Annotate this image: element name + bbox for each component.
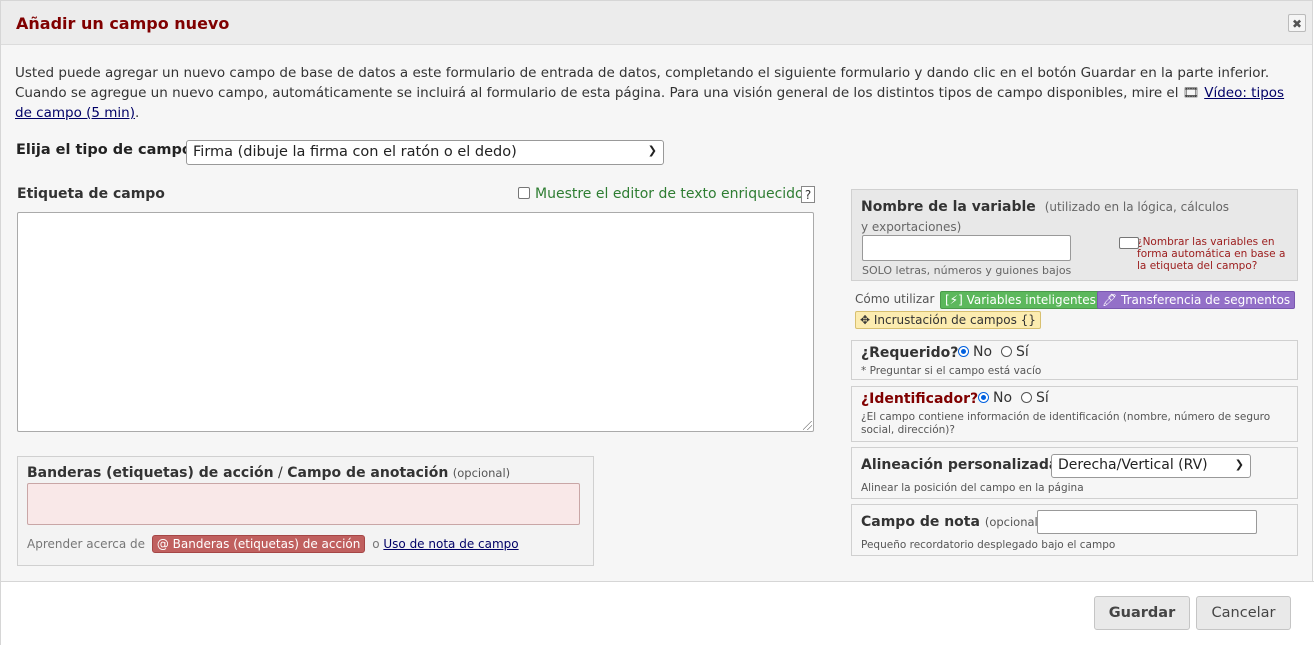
alignment-label: Alineación personalizada <box>861 457 1059 473</box>
or-label: o <box>372 537 380 551</box>
action-tags-learn: Aprender acerca de @ Banderas (etiquetas… <box>27 535 519 553</box>
save-button[interactable]: Guardar <box>1094 596 1190 630</box>
alignment-value: Derecha/Vertical (RV) <box>1058 457 1208 473</box>
add-field-dialog: Añadir un campo nuevo ✖ Usted puede agre… <box>0 0 1314 647</box>
dialog-titlebar: Añadir un campo nuevo ✖ <box>1 1 1312 45</box>
action-tags-optional: (opcional) <box>452 466 511 480</box>
field-label-heading: Etiqueta de campo <box>17 186 165 202</box>
variable-name-title: Nombre de la variable <box>861 199 1036 215</box>
action-tags-button[interactable]: @ Banderas (etiquetas) de acción <box>151 535 366 553</box>
field-type-select[interactable]: Firma (dibuje la firma con el ratón o el… <box>186 140 664 165</box>
auto-name-checkbox[interactable] <box>1119 237 1139 249</box>
intro-text: Usted puede agregar un nuevo campo de ba… <box>15 63 1285 123</box>
alignment-box: Alineación personalizada Derecha/Vertica… <box>851 447 1298 499</box>
variable-name-box: Nombre de la variable (utilizado en la l… <box>851 189 1298 281</box>
smart-variables-button[interactable]: [⚡] Variables inteligentes <box>940 291 1101 309</box>
action-tags-sep: / <box>273 465 288 481</box>
field-embedding-button[interactable]: ✥ Incrustación de campos {} <box>855 311 1041 329</box>
identifier-yes-label: Sí <box>1035 390 1049 406</box>
note-optional: (opcional) <box>984 515 1043 529</box>
close-icon[interactable]: ✖ <box>1288 14 1306 32</box>
field-label-textarea[interactable] <box>17 212 814 432</box>
action-tags-title-a: Banderas (etiquetas) de acción <box>27 465 274 481</box>
rich-text-toggle[interactable]: Muestre el editor de texto enriquecido <box>518 186 804 202</box>
howto-label: Cómo utilizar <box>855 292 935 306</box>
intro-end: . <box>135 105 140 121</box>
required-yes-radio[interactable] <box>1000 346 1012 357</box>
action-tags-title-b: Campo de anotación <box>287 465 449 481</box>
dialog-title: Añadir un campo nuevo <box>16 14 230 33</box>
identifier-box: ¿Identificador? No Sí ¿El campo contiene… <box>851 386 1298 442</box>
identifier-radios: No Sí <box>978 390 1049 406</box>
identifier-hint: ¿El campo contiene información de identi… <box>861 411 1271 436</box>
required-hint: * Preguntar si el campo está vacío <box>861 365 1042 377</box>
identifier-no-radio[interactable] <box>978 392 989 403</box>
note-title: Campo de nota <box>861 514 980 530</box>
required-label: ¿Requerido? <box>861 345 959 361</box>
alignment-select[interactable]: Derecha/Vertical (RV) ❯ <box>1051 454 1251 478</box>
note-label: Campo de nota (opcional) <box>861 514 1042 530</box>
help-icon[interactable]: ? <box>801 186 815 203</box>
action-tags-box: Banderas (etiquetas) de acción / Campo d… <box>17 456 594 566</box>
variable-name-input[interactable] <box>862 235 1071 261</box>
field-note-link[interactable]: Uso de nota de campo <box>383 537 518 551</box>
note-hint: Pequeño recordatorio desplegado bajo el … <box>861 539 1116 551</box>
variable-name-label: Nombre de la variable (utilizado en la l… <box>861 197 1231 237</box>
film-icon: 🎞 <box>1182 85 1200 101</box>
note-box: Campo de nota (opcional) Pequeño recorda… <box>851 504 1298 556</box>
chevron-down-icon: ❯ <box>647 144 657 157</box>
note-input[interactable] <box>1037 510 1257 534</box>
identifier-label: ¿Identificador? <box>861 391 979 407</box>
variable-name-hint: SOLO letras, números y guiones bajos <box>862 264 1072 277</box>
alignment-hint: Alinear la posición del campo en la pági… <box>861 482 1084 494</box>
required-yes-label: Sí <box>1015 344 1029 360</box>
identifier-yes-radio[interactable] <box>1020 392 1032 403</box>
learn-label: Aprender acerca de <box>27 537 146 551</box>
rich-text-label: Muestre el editor de texto enriquecido <box>535 186 804 202</box>
rich-text-checkbox[interactable] <box>518 187 530 199</box>
required-no-label: No <box>973 344 993 360</box>
auto-name-label: ¿Nombrar las variables en forma automáti… <box>1137 236 1286 272</box>
cancel-button[interactable]: Cancelar <box>1196 596 1291 630</box>
action-tags-input[interactable] <box>27 483 580 525</box>
required-box: ¿Requerido? No Sí * Preguntar si el camp… <box>851 340 1298 380</box>
dialog-footer: Guardar Cancelar <box>1 581 1314 647</box>
chevron-down-icon: ❯ <box>1234 458 1244 471</box>
piping-button[interactable]: 🖊 Transferencia de segmentos <box>1097 291 1296 309</box>
auto-name-option[interactable]: ¿Nombrar las variables en forma automáti… <box>1119 236 1294 272</box>
resize-handle-icon[interactable] <box>803 421 812 430</box>
action-tags-title: Banderas (etiquetas) de acción / Campo d… <box>27 465 510 481</box>
field-type-value: Firma (dibuje la firma con el ratón o el… <box>193 144 517 160</box>
intro-body: Usted puede agregar un nuevo campo de ba… <box>15 65 1270 101</box>
required-radios: No Sí <box>958 344 1029 360</box>
identifier-no-label: No <box>993 390 1013 406</box>
field-type-label: Elija el tipo de campo <box>16 142 192 158</box>
required-no-radio[interactable] <box>958 346 969 357</box>
